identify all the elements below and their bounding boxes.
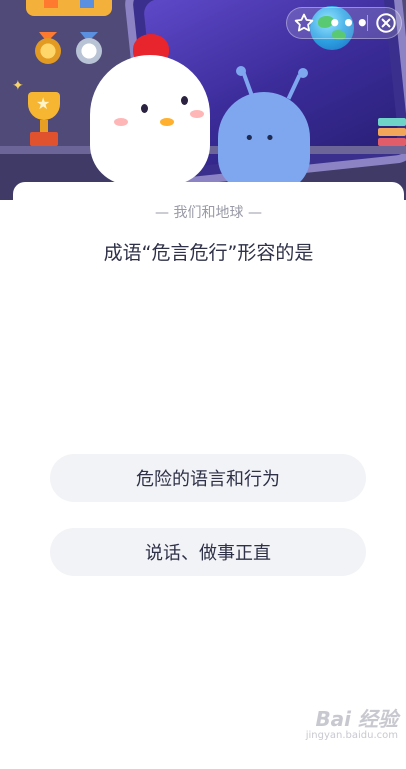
alien-antenna-ball xyxy=(236,66,246,76)
alien-antenna-ball xyxy=(298,68,308,78)
more-button[interactable]: ••• xyxy=(328,8,368,38)
chicken-beak xyxy=(160,118,174,126)
medal-box-icon xyxy=(26,0,112,16)
capsule-divider xyxy=(367,15,368,31)
close-icon xyxy=(376,13,396,33)
quiz-category: — 我们和地球 — xyxy=(155,205,262,221)
chicken-eye xyxy=(181,96,188,105)
alien-face: •• xyxy=(244,128,286,149)
chicken-cheek xyxy=(190,110,204,118)
watermark: Bai 经验 jingyan.baidu.com xyxy=(268,708,398,742)
quiz-card: — 我们和地球 — 成语“危言危行”形容的是 危险的语言和行为 说话、做事正直 xyxy=(13,182,404,769)
question-text: 成语“危言危行”形容的是 xyxy=(103,242,314,264)
chicken-cheek xyxy=(114,118,128,126)
chicken-eye xyxy=(141,104,148,113)
books-icon xyxy=(378,118,406,150)
silver-medal-icon xyxy=(76,38,102,64)
favorite-button[interactable] xyxy=(289,8,319,38)
watermark-url: jingyan.baidu.com xyxy=(305,730,398,741)
answer-option-2[interactable]: 说话、做事正直 xyxy=(50,528,366,576)
answer-option-1[interactable]: 危险的语言和行为 xyxy=(50,454,366,502)
close-button[interactable] xyxy=(373,8,399,38)
more-icon: ••• xyxy=(328,11,370,35)
mini-program-capsule: ••• xyxy=(286,7,402,39)
watermark-logo: Bai 经验 xyxy=(315,707,398,731)
chicken-mascot xyxy=(90,55,210,185)
trophy-icon: ★ xyxy=(22,92,66,148)
gold-medal-icon xyxy=(35,38,61,64)
star-icon xyxy=(294,13,314,32)
